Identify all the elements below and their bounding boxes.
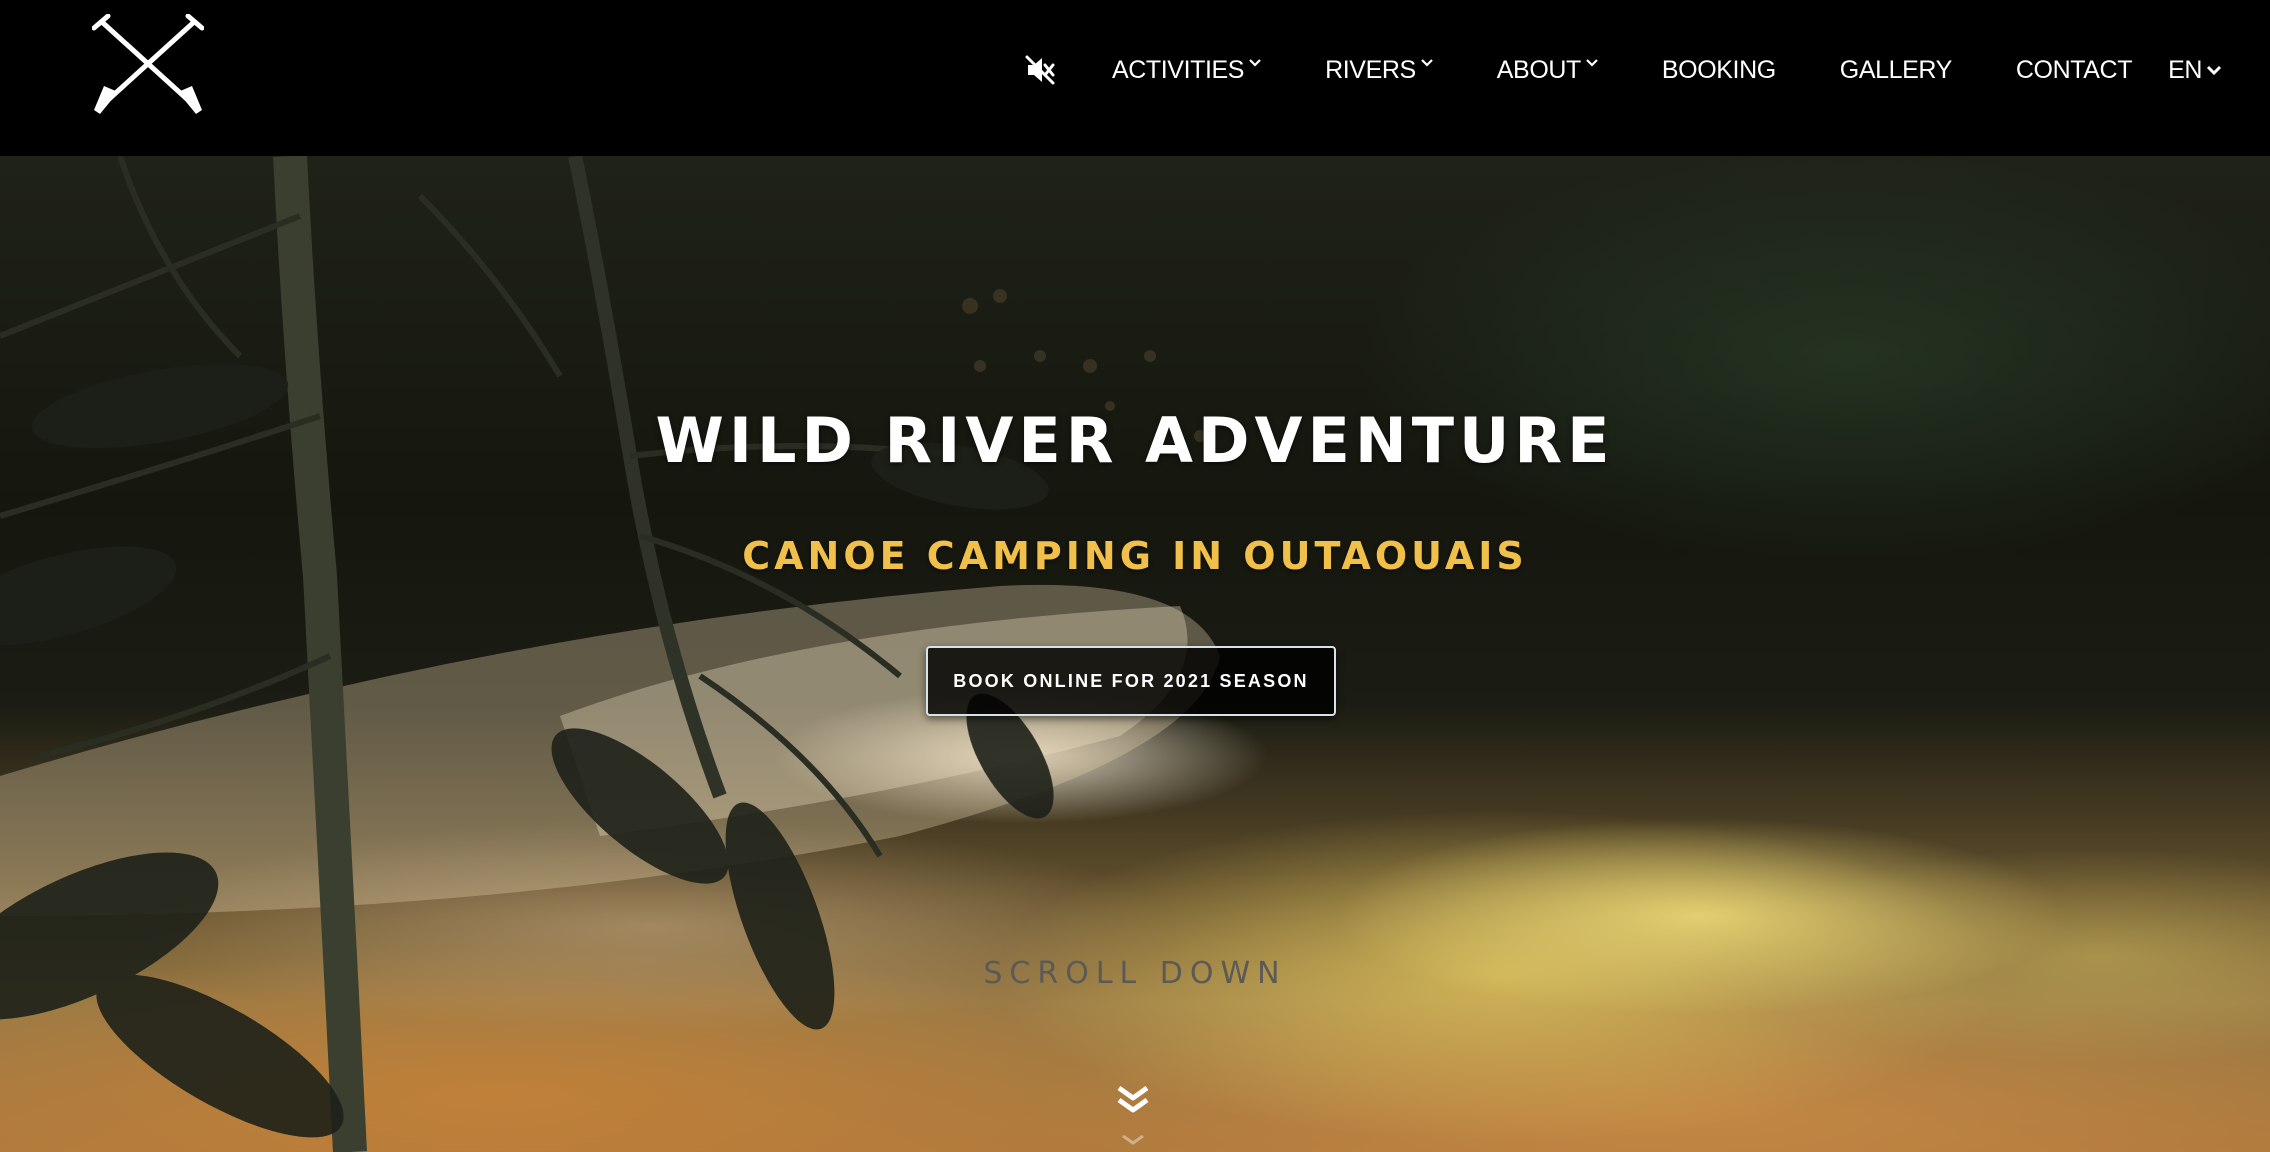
nav-gallery-label: GALLERY — [1839, 55, 1952, 84]
page: ACTIVITIES RIVERS ABOUT BOOKING GALLERY … — [0, 0, 2270, 1152]
language-selector[interactable]: EN — [2168, 56, 2222, 85]
double-chevron-down-icon[interactable] — [1113, 1082, 1153, 1152]
top-navbar: ACTIVITIES RIVERS ABOUT BOOKING GALLERY … — [0, 0, 2270, 156]
nav-rivers[interactable]: RIVERS — [1325, 56, 1433, 85]
nav-activities[interactable]: ACTIVITIES — [1112, 56, 1261, 85]
main-nav: ACTIVITIES RIVERS ABOUT BOOKING GALLERY … — [1020, 0, 2222, 140]
hero-subtitle: CANOE CAMPING IN OUTAOUAIS — [742, 534, 1528, 578]
speaker-mute-icon — [1025, 55, 1055, 85]
nav-gallery[interactable]: GALLERY — [1840, 56, 1952, 85]
book-online-button[interactable]: BOOK ONLINE FOR 2021 SEASON — [926, 646, 1336, 716]
scroll-down-label: SCROLL DOWN — [983, 956, 1287, 991]
nav-about[interactable]: ABOUT — [1497, 56, 1598, 85]
chevron-down-icon — [1249, 58, 1261, 67]
language-label: EN — [2168, 55, 2202, 84]
hero-title: WILD RIVER ADVENTURE — [655, 404, 1615, 477]
crossed-paddles-logo[interactable] — [92, 14, 204, 116]
mute-toggle-button[interactable] — [1020, 50, 1060, 90]
chevron-down-icon — [1421, 58, 1433, 67]
chevron-down-icon — [2206, 65, 2222, 76]
nav-contact[interactable]: CONTACT — [2015, 55, 2133, 85]
chevron-down-icon — [1586, 58, 1598, 67]
nav-booking[interactable]: BOOKING — [1662, 56, 1776, 85]
nav-contact-label: CONTACT — [2015, 55, 2133, 84]
nav-rivers-label: RIVERS — [1325, 55, 1416, 84]
nav-activities-label: ACTIVITIES — [1111, 55, 1245, 84]
nav-booking-label: BOOKING — [1661, 55, 1776, 84]
nav-about-label: ABOUT — [1496, 55, 1582, 84]
hero-section: WILD RIVER ADVENTURE CANOE CAMPING IN OU… — [0, 156, 2270, 1152]
